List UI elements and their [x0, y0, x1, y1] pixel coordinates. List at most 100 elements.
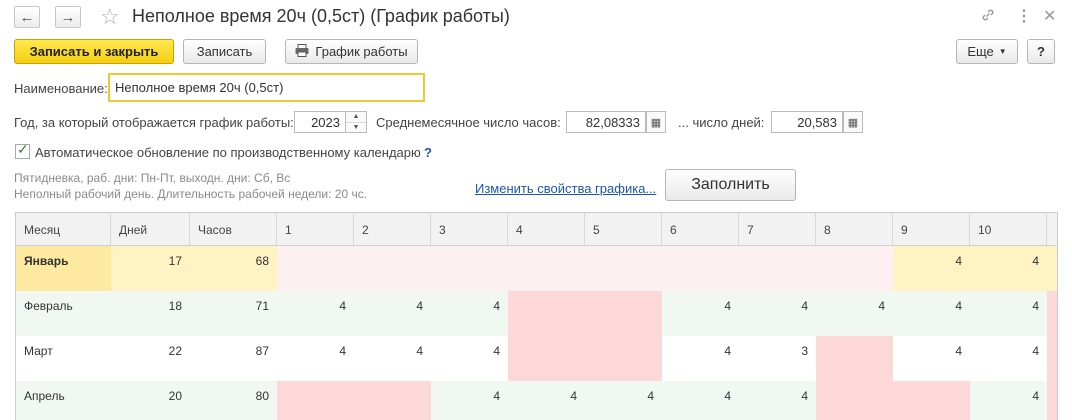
day-cell[interactable]: 4	[508, 381, 585, 420]
column-header[interactable]: 5	[585, 213, 662, 246]
table-row-hours[interactable]: 71	[190, 291, 277, 336]
year-label: Год, за который отображается график рабо…	[14, 115, 294, 130]
day-cell	[1047, 336, 1057, 381]
day-cell[interactable]: 4	[662, 291, 739, 336]
day-cell[interactable]	[431, 246, 508, 291]
auto-update-checkbox[interactable]: ✓	[15, 141, 30, 159]
calendar-icon[interactable]: ▦	[843, 111, 863, 133]
auto-update-help[interactable]: ?	[424, 145, 432, 160]
day-cell[interactable]: 4	[662, 381, 739, 420]
day-cell	[1047, 246, 1057, 291]
schedule-table: Месяц Дней Часов 1 2 3 4 5 6 7 8 9 10 Январь 17 68 4 4 Фев…	[15, 212, 1058, 420]
day-cell[interactable]	[585, 246, 662, 291]
spin-up-icon[interactable]: ▲	[346, 112, 366, 123]
fill-button[interactable]: Заполнить	[665, 169, 796, 201]
table-row-month[interactable]: Апрель	[16, 381, 111, 420]
day-cell[interactable]	[277, 246, 354, 291]
table-row-hours[interactable]: 80	[190, 381, 277, 420]
column-header[interactable]: 3	[431, 213, 508, 246]
save-button[interactable]: Записать	[183, 39, 266, 64]
day-cell[interactable]: 4	[970, 381, 1047, 420]
day-cell[interactable]	[354, 381, 431, 420]
schedule-info-line1: Пятидневка, раб. дни: Пн-Пт, выходн. дни…	[14, 171, 291, 185]
year-spinner[interactable]: ▲ ▼	[345, 111, 367, 133]
column-header[interactable]: 8	[816, 213, 893, 246]
day-cell[interactable]	[816, 381, 893, 420]
star-icon[interactable]: ☆	[100, 4, 120, 30]
days-input[interactable]: 20,583	[771, 111, 843, 133]
day-cell[interactable]: 3	[739, 336, 816, 381]
column-header[interactable]: 10	[970, 213, 1047, 246]
day-cell[interactable]: 4	[970, 246, 1047, 291]
printer-icon	[295, 43, 309, 60]
day-cell[interactable]: 4	[662, 336, 739, 381]
day-cell[interactable]	[585, 291, 662, 336]
column-header[interactable]: 7	[739, 213, 816, 246]
column-header[interactable]: Месяц	[16, 213, 111, 246]
day-cell[interactable]: 4	[431, 336, 508, 381]
forward-button[interactable]: →	[55, 6, 81, 28]
day-cell[interactable]	[354, 246, 431, 291]
table-row-month[interactable]: Март	[16, 336, 111, 381]
day-cell[interactable]: 4	[431, 381, 508, 420]
more-button[interactable]: Еще ▼	[956, 39, 1018, 64]
close-icon[interactable]: ✕	[1043, 6, 1056, 26]
day-cell[interactable]	[277, 381, 354, 420]
calendar-icon[interactable]: ▦	[646, 111, 666, 133]
day-cell[interactable]	[816, 336, 893, 381]
help-button[interactable]: ?	[1027, 39, 1055, 64]
column-header[interactable]: 4	[508, 213, 585, 246]
day-cell[interactable]: 4	[893, 246, 970, 291]
name-input[interactable]	[108, 73, 425, 102]
table-row-days[interactable]: 22	[111, 336, 190, 381]
table-row-month[interactable]: Февраль	[16, 291, 111, 336]
days-value: 20,583	[797, 114, 837, 130]
table-row-days[interactable]: 20	[111, 381, 190, 420]
column-header[interactable]: 9	[893, 213, 970, 246]
column-header[interactable]: Часов	[190, 213, 277, 246]
day-cell[interactable]	[739, 246, 816, 291]
day-cell[interactable]: 4	[585, 381, 662, 420]
work-schedule-button[interactable]: График работы	[285, 39, 418, 64]
day-cell[interactable]: 4	[739, 381, 816, 420]
day-cell[interactable]	[585, 336, 662, 381]
day-cell[interactable]	[508, 246, 585, 291]
column-header[interactable]: 1	[277, 213, 354, 246]
table-row-days[interactable]: 17	[111, 246, 190, 291]
day-cell[interactable]: 4	[277, 291, 354, 336]
column-header[interactable]: 2	[354, 213, 431, 246]
table-row-hours[interactable]: 68	[190, 246, 277, 291]
day-cell[interactable]: 4	[893, 336, 970, 381]
more-vertical-icon[interactable]: ⋮	[1016, 6, 1032, 26]
day-cell[interactable]: 4	[277, 336, 354, 381]
avg-hours-value: 82,08333	[585, 114, 640, 130]
spin-down-icon[interactable]: ▼	[346, 123, 366, 133]
back-button[interactable]: ←	[14, 6, 40, 28]
day-cell[interactable]: 4	[970, 336, 1047, 381]
day-cell[interactable]: 4	[354, 291, 431, 336]
link-icon[interactable]	[980, 7, 996, 27]
column-header[interactable]: 6	[662, 213, 739, 246]
day-cell[interactable]: 4	[431, 291, 508, 336]
day-cell[interactable]: 4	[893, 291, 970, 336]
day-cell[interactable]: 4	[816, 291, 893, 336]
avg-hours-input[interactable]: 82,08333	[566, 111, 646, 133]
day-cell[interactable]	[816, 246, 893, 291]
save-and-close-button[interactable]: Записать и закрыть	[14, 39, 174, 64]
day-cell[interactable]	[508, 291, 585, 336]
day-cell[interactable]	[893, 381, 970, 420]
table-row-hours[interactable]: 87	[190, 336, 277, 381]
change-schedule-link[interactable]: Изменить свойства графика...	[475, 181, 656, 196]
day-cell[interactable]: 4	[739, 291, 816, 336]
chevron-down-icon: ▼	[998, 47, 1007, 56]
table-row-days[interactable]: 18	[111, 291, 190, 336]
day-cell[interactable]	[508, 336, 585, 381]
table-row-month[interactable]: Январь	[16, 246, 111, 291]
day-cell	[1047, 381, 1057, 420]
day-cell[interactable]: 4	[970, 291, 1047, 336]
day-cell[interactable]	[662, 246, 739, 291]
column-header	[1047, 213, 1057, 246]
column-header[interactable]: Дней	[111, 213, 190, 246]
day-cell[interactable]: 4	[354, 336, 431, 381]
year-input[interactable]: 2023	[294, 111, 346, 133]
